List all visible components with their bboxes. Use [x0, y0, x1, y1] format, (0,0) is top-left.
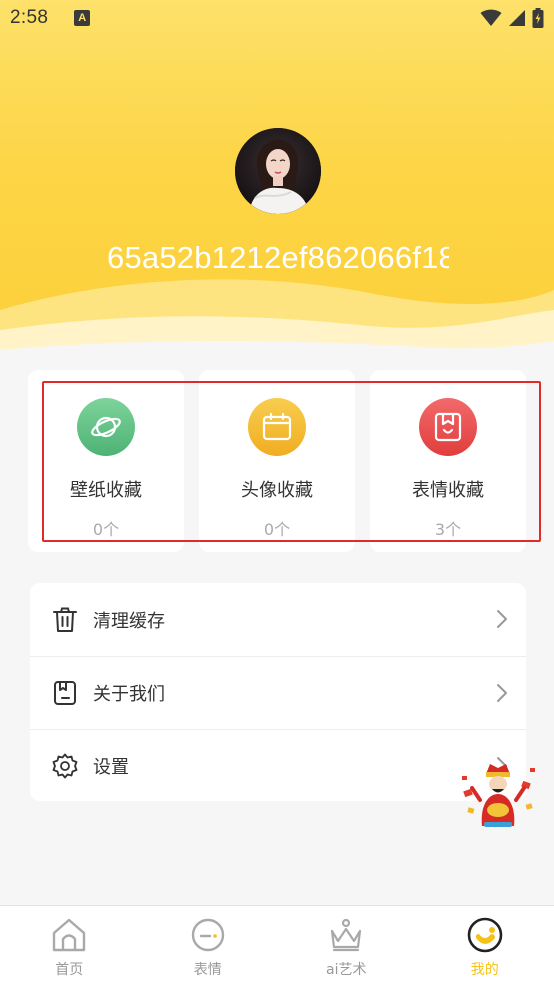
- notification-a-icon: A: [74, 10, 91, 26]
- status-bar: 2:58 A: [0, 0, 554, 36]
- status-time: 2:58: [10, 7, 49, 28]
- gear-icon: [52, 753, 78, 779]
- menu-label: 清理缓存: [93, 610, 165, 632]
- info-book-icon: [52, 680, 78, 706]
- fav-count: 0个: [263, 520, 291, 539]
- nav-label: 我的: [470, 962, 499, 978]
- nav-item-mine[interactable]: 我的: [416, 906, 554, 984]
- profile-header: 2:58 A 65a52b1212ef862066f18: [0, 0, 554, 370]
- menu-item-about-us[interactable]: 关于我们: [30, 656, 526, 729]
- nav-item-home[interactable]: 首页: [0, 906, 139, 984]
- god-of-wealth-promo-icon[interactable]: [460, 760, 536, 828]
- calendar-icon: [248, 398, 306, 456]
- status-indicators: [480, 8, 544, 28]
- nav-label: 表情: [193, 962, 222, 978]
- battery-icon: [532, 8, 544, 28]
- wifi-icon: [480, 9, 502, 26]
- fav-title: 头像收藏: [241, 480, 313, 501]
- fav-title: 壁纸收藏: [70, 480, 142, 501]
- planet-icon: [77, 398, 135, 456]
- trash-icon: [52, 607, 78, 633]
- chevron-right-icon: [497, 610, 507, 628]
- crown-icon: [327, 916, 365, 954]
- chevron-right-icon: [497, 684, 507, 702]
- home-icon: [50, 916, 88, 954]
- avatar[interactable]: [235, 128, 321, 214]
- emoji-icon: [189, 916, 227, 954]
- wallpaper-favorites-card[interactable]: 壁纸收藏 0个: [28, 370, 184, 552]
- fav-title: 表情收藏: [412, 480, 484, 501]
- fav-count: 0个: [92, 520, 120, 539]
- nav-item-ai-art[interactable]: ai艺术: [277, 906, 416, 984]
- menu-label: 设置: [93, 757, 129, 778]
- nav-label: 首页: [55, 962, 84, 978]
- avatar-favorites-card[interactable]: 头像收藏 0个: [199, 370, 355, 552]
- bookmark-heart-icon: [419, 398, 477, 456]
- smile-profile-icon: [466, 916, 504, 954]
- nav-label: ai艺术: [326, 962, 367, 978]
- user-id: 65a52b1212ef862066f18: [107, 240, 449, 275]
- fav-count: 3个: [434, 520, 462, 539]
- menu-label: 关于我们: [93, 684, 165, 705]
- menu-item-clear-cache[interactable]: 清理缓存: [30, 583, 526, 656]
- settings-menu: 清理缓存 关于我们 设置: [30, 583, 526, 801]
- avatar-image: [235, 128, 321, 214]
- bottom-nav: 首页 表情 ai艺术 我的: [0, 905, 554, 984]
- nav-item-emoji[interactable]: 表情: [139, 906, 278, 984]
- menu-item-settings[interactable]: 设置: [30, 729, 526, 802]
- signal-icon: [509, 10, 525, 26]
- emoji-favorites-card[interactable]: 表情收藏 3个: [370, 370, 526, 552]
